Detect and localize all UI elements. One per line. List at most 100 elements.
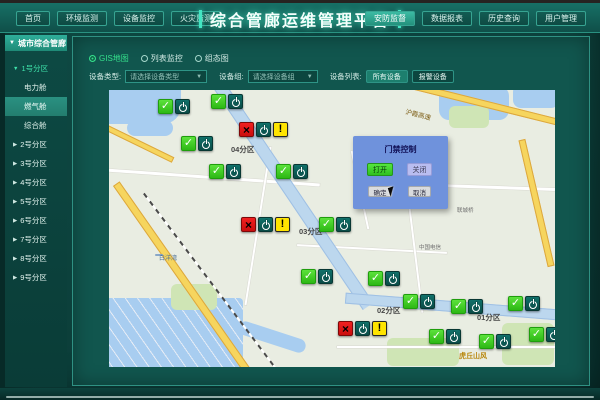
nav-button[interactable]: 环境监测 (57, 11, 107, 26)
park-area (449, 106, 489, 128)
device-marker[interactable]: ✓ (451, 299, 483, 314)
device-marker[interactable]: ✓ (301, 269, 333, 284)
sidebar-tree-item[interactable]: 综合舱 (5, 116, 67, 135)
power-icon[interactable] (546, 327, 555, 342)
tree-item-label: 电力舱 (24, 82, 47, 93)
status-check-icon: ✓ (276, 164, 291, 179)
radio-icon (141, 55, 148, 62)
nav-button[interactable]: 设备监控 (114, 11, 164, 26)
power-icon[interactable] (525, 296, 540, 311)
tree-item-label: 3号分区 (20, 158, 47, 169)
nav-button[interactable]: 安防监督 (365, 11, 415, 26)
status-check-icon: × (241, 217, 256, 232)
alarm-devices-button[interactable]: 报警设备 (412, 70, 454, 83)
tree-arrow-icon: ▶ (13, 275, 17, 281)
sidebar-tree-item[interactable]: ▶ 4号分区 (5, 173, 67, 192)
view-mode-radio[interactable]: GIS地图 (89, 53, 129, 64)
sidebar-tree-item[interactable]: 燃气舱 (5, 97, 67, 116)
water-area (513, 90, 555, 108)
power-icon[interactable] (468, 299, 483, 314)
tree-item-label: 2号分区 (20, 139, 47, 150)
tree-item-label: 9号分区 (20, 272, 47, 283)
nav-button[interactable]: 历史查询 (479, 11, 529, 26)
filter-bar: 设备类型: 请选择设备类型 ▼ 设备组: 请选择设备组 ▼ 设备列表: 所有设备… (89, 70, 454, 83)
device-marker[interactable]: ✓ (319, 217, 351, 232)
power-icon[interactable] (228, 94, 243, 109)
power-icon[interactable] (420, 294, 435, 309)
device-marker[interactable]: ✓ (211, 94, 243, 109)
device-marker[interactable]: × ! (338, 321, 387, 336)
tree-item-label: 8号分区 (20, 253, 47, 264)
nav-button[interactable]: 首页 (16, 11, 50, 26)
power-icon[interactable] (198, 136, 213, 151)
view-mode-radio[interactable]: 组态图 (195, 53, 229, 64)
all-devices-button[interactable]: 所有设备 (366, 70, 408, 83)
status-check-icon: ✓ (429, 329, 444, 344)
power-icon[interactable] (496, 334, 511, 349)
device-marker[interactable]: ✓ (479, 334, 511, 349)
device-marker[interactable]: × ! (241, 217, 290, 232)
device-marker[interactable]: ✓ (181, 136, 213, 151)
device-list-label: 设备列表: (330, 71, 362, 82)
nav-button-label: 用户管理 (545, 14, 577, 23)
sidebar-tree-item[interactable]: ▶ 7号分区 (5, 230, 67, 249)
door-close-button[interactable]: 关闭 (407, 163, 432, 176)
sidebar-tree-item[interactable]: ▶ 5号分区 (5, 192, 67, 211)
sidebar-tree-item[interactable]: ▶ 6号分区 (5, 211, 67, 230)
street (439, 184, 555, 191)
power-icon[interactable] (256, 122, 271, 137)
status-check-icon: ✓ (209, 164, 224, 179)
power-icon[interactable] (175, 99, 190, 114)
status-check-icon: ✓ (158, 99, 173, 114)
sidebar-tree-item[interactable]: ▶ 9号分区 (5, 268, 67, 287)
nav-button-label: 环境监测 (66, 14, 98, 23)
tree-arrow-icon: ▶ (13, 237, 17, 243)
power-icon[interactable] (446, 329, 461, 344)
sidebar-tree-item[interactable]: ▶ 2号分区 (5, 135, 67, 154)
power-icon[interactable] (385, 271, 400, 286)
power-icon[interactable] (226, 164, 241, 179)
device-group-label: 设备组: (219, 71, 244, 82)
sidebar-tree-item[interactable]: ▼ 1号分区 (5, 59, 67, 78)
device-type-select[interactable]: 请选择设备类型 ▼ (125, 70, 207, 83)
device-marker[interactable]: ✓ (209, 164, 241, 179)
door-open-button[interactable]: 打开 (367, 163, 393, 176)
status-check-icon: ✓ (368, 271, 383, 286)
power-icon[interactable] (293, 164, 308, 179)
power-icon[interactable] (258, 217, 273, 232)
tree-arrow-icon: ▶ (13, 199, 17, 205)
warning-icon: ! (273, 122, 288, 137)
view-mode-radio[interactable]: 列表监控 (141, 53, 183, 64)
device-marker[interactable]: ✓ (529, 327, 555, 342)
nav-button[interactable]: 数据报表 (422, 11, 472, 26)
power-icon[interactable] (318, 269, 333, 284)
status-check-icon: ✓ (211, 94, 226, 109)
gis-map[interactable]: 04分区 03分区 02分区 01分区 沪霞高速 白洋湾 联城桥 中国电信 虎丘… (109, 90, 555, 367)
device-type-value: 请选择设备类型 (130, 72, 179, 82)
cancel-button[interactable]: 取消 (408, 186, 431, 197)
status-check-icon: ✓ (508, 296, 523, 311)
nav-button[interactable]: 用户管理 (536, 11, 586, 26)
status-check-icon: ✓ (451, 299, 466, 314)
dialog-title: 门禁控制 (353, 144, 448, 155)
device-marker[interactable]: ✓ (158, 99, 190, 114)
sidebar-tree-item[interactable]: 电力舱 (5, 78, 67, 97)
device-marker[interactable]: ✓ (403, 294, 435, 309)
view-mode-label: GIS地图 (99, 53, 129, 64)
sidebar-root-node[interactable]: ▼ 城市综合管廊 (5, 35, 67, 51)
tree-arrow-icon: ▶ (13, 256, 17, 262)
device-marker[interactable]: ✓ (508, 296, 540, 311)
view-mode-label: 组态图 (205, 53, 229, 64)
power-icon[interactable] (355, 321, 370, 336)
device-marker[interactable]: ✓ (368, 271, 400, 286)
tree-item-label: 5号分区 (20, 196, 47, 207)
status-check-icon: × (239, 122, 254, 137)
device-marker[interactable]: × ! (239, 122, 288, 137)
power-icon[interactable] (336, 217, 351, 232)
sidebar-tree-item[interactable]: ▶ 8号分区 (5, 249, 67, 268)
device-marker[interactable]: ✓ (429, 329, 461, 344)
device-marker[interactable]: ✓ (276, 164, 308, 179)
sidebar-tree-item[interactable]: ▶ 3号分区 (5, 154, 67, 173)
device-group-select[interactable]: 请选择设备组 ▼ (248, 70, 318, 83)
nav-button-label: 数据报表 (431, 14, 463, 23)
